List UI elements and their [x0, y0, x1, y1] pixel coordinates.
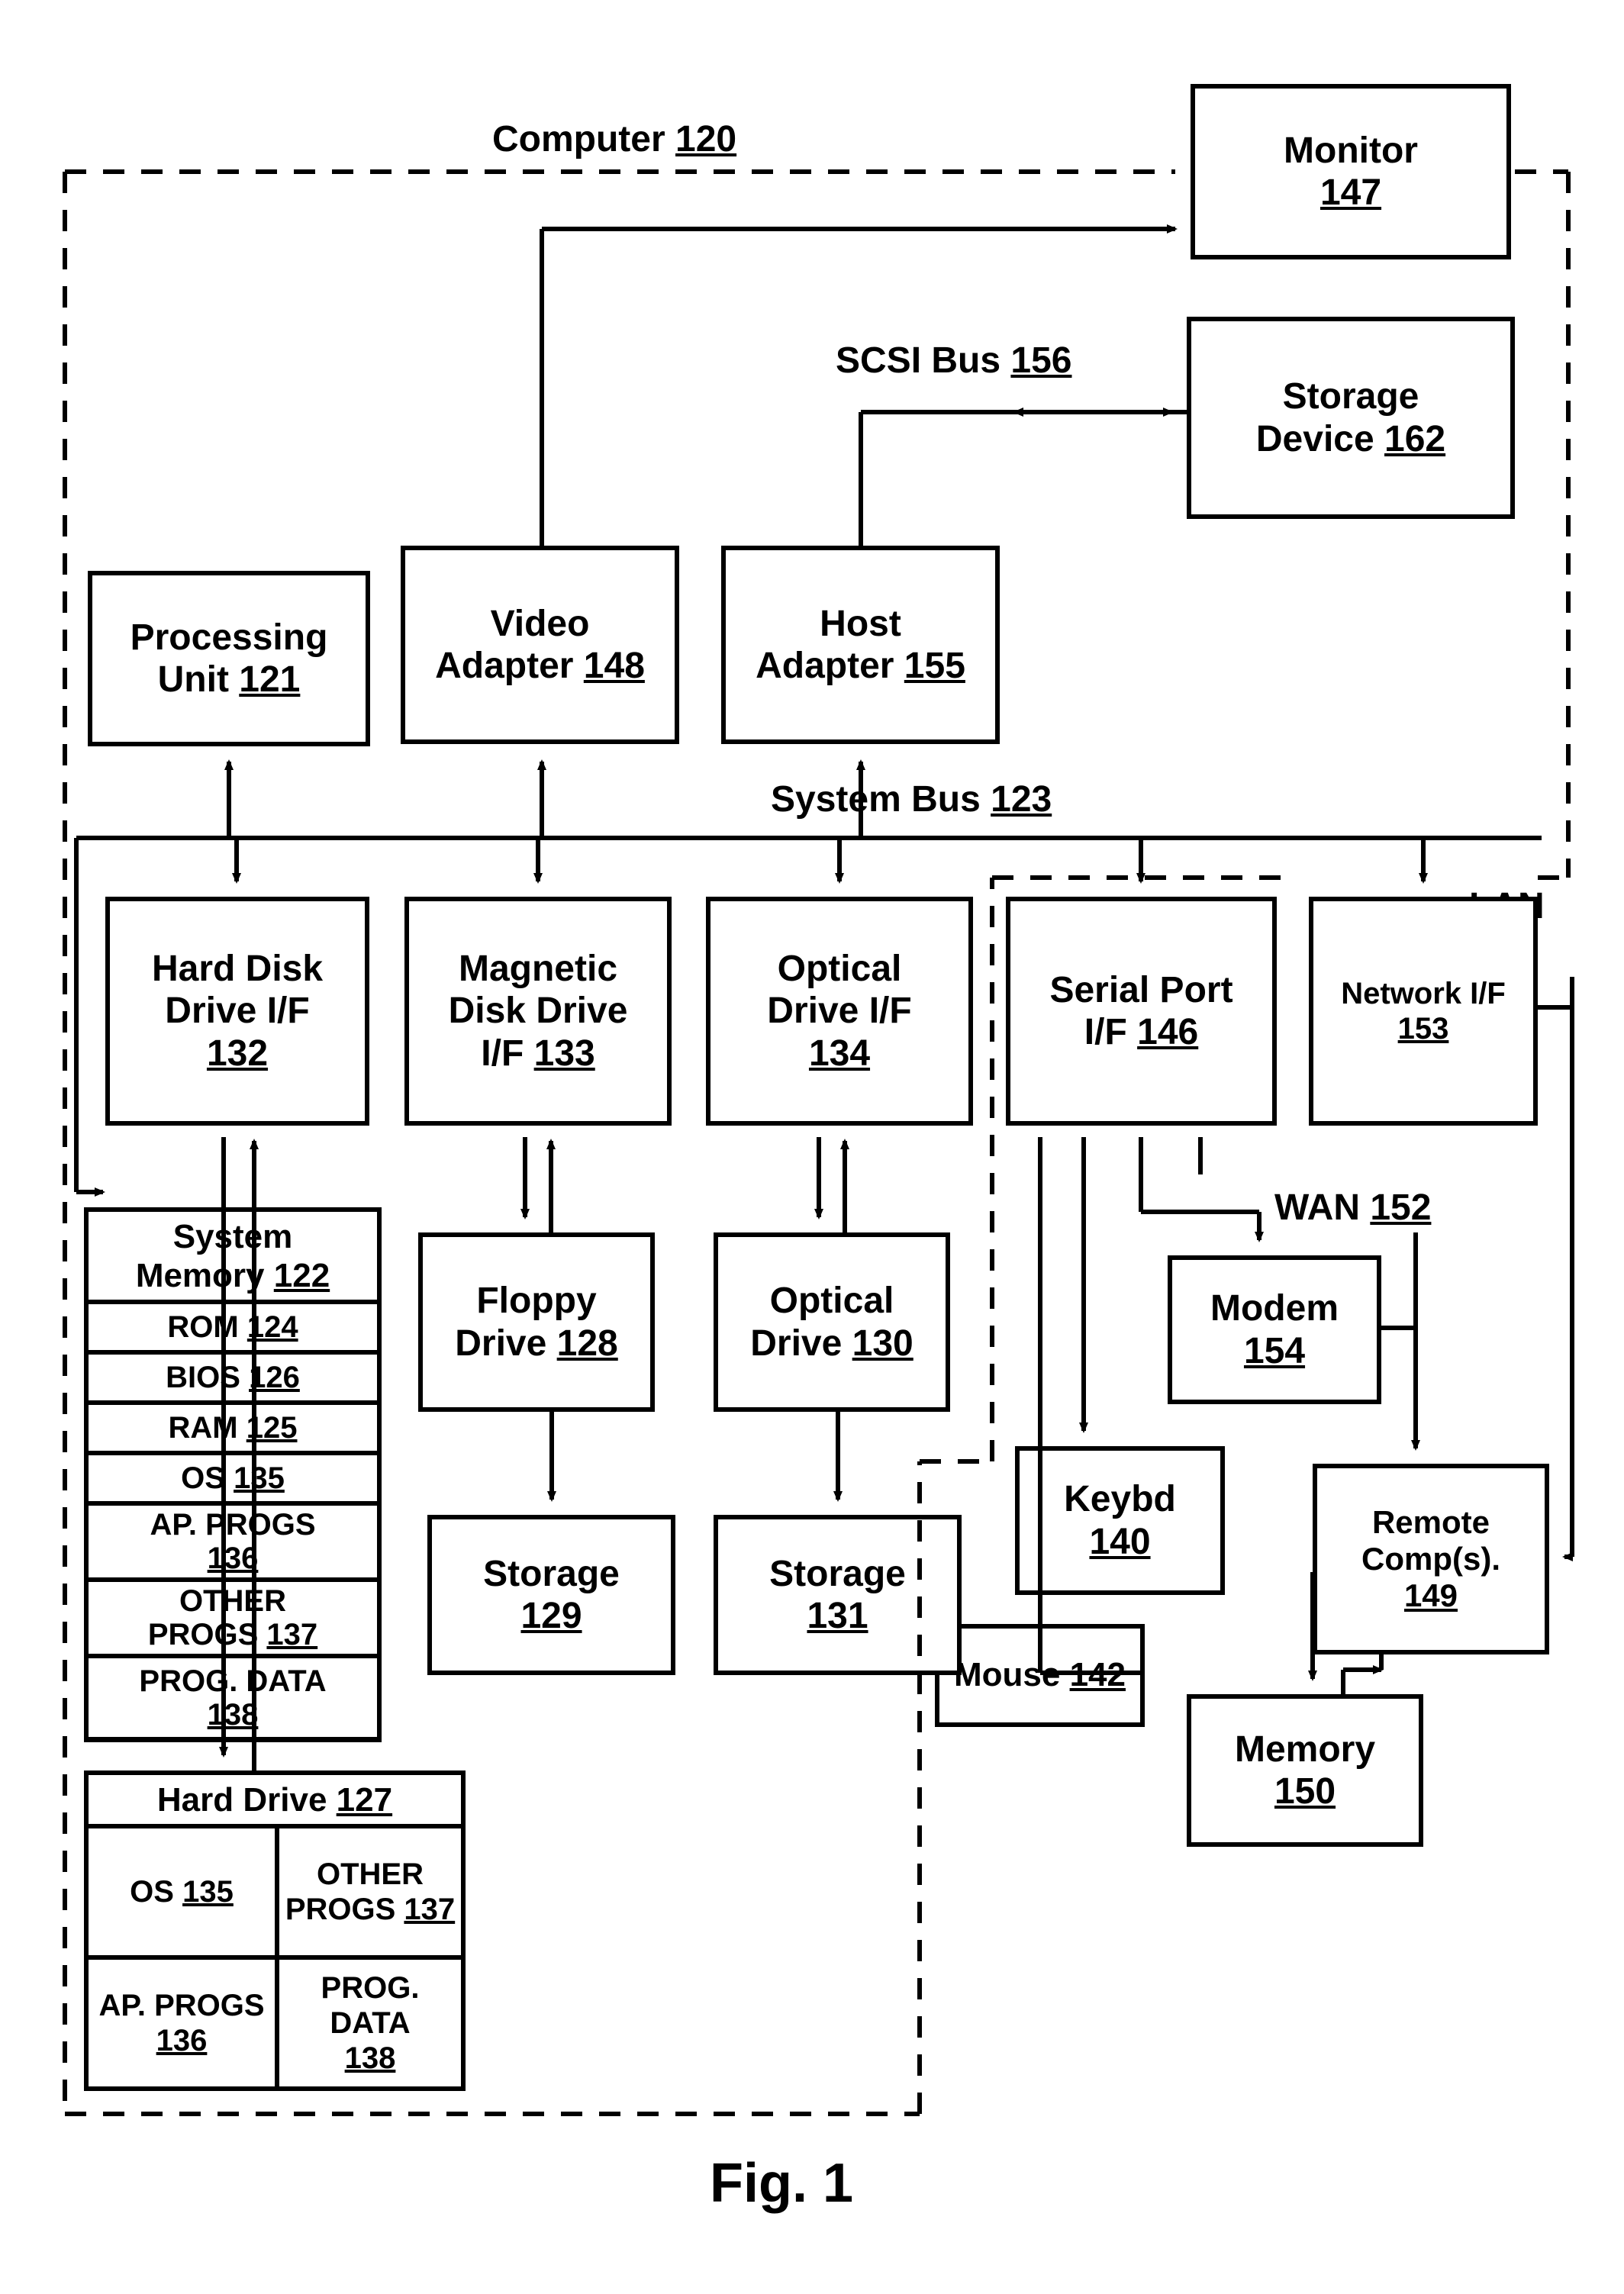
- memory150-block: Memory150: [1187, 1694, 1423, 1847]
- video-adapter-block: Video Adapter 148: [401, 546, 679, 744]
- storage129-block: Storage129: [427, 1515, 675, 1675]
- remote-block: Remote Comp(s). 149: [1313, 1464, 1549, 1654]
- host-adapter-block: Host Adapter 155: [721, 546, 1000, 744]
- keybd-block: Keybd140: [1015, 1446, 1225, 1595]
- optical-if-block: Optical Drive I/F 134: [706, 897, 973, 1126]
- mag-if-block: Magnetic Disk Drive I/F 133: [404, 897, 672, 1126]
- floppy-block: Floppy Drive 128: [418, 1232, 655, 1412]
- hdd-if-block: Hard Disk Drive I/F 132: [105, 897, 369, 1126]
- hard-drive-block: Hard Drive 127 OS 135 OTHER PROGS 137 AP…: [84, 1770, 466, 2091]
- scsi-bus-label: SCSI Bus 156: [836, 340, 1071, 382]
- system-memory-block: System Memory 122 ROM 124 BIOS 126 RAM 1…: [84, 1207, 382, 1741]
- modem-block: Modem154: [1168, 1255, 1381, 1404]
- computer-label: Computer 120: [492, 118, 736, 160]
- optical-drive-block: Optical Drive 130: [714, 1232, 950, 1412]
- mouse-block: Mouse 142: [935, 1624, 1145, 1727]
- serial-if-block: Serial Port I/F 146: [1006, 897, 1277, 1126]
- processing-unit-block: Processing Unit 121: [88, 571, 370, 746]
- wan-label: WAN 152: [1274, 1187, 1431, 1229]
- monitor-block: Monitor147: [1191, 84, 1511, 259]
- storage-device-block: Storage Device 162: [1187, 317, 1515, 519]
- figure-caption: Fig. 1: [710, 2152, 853, 2215]
- net-if-block: Network I/F 153: [1309, 897, 1538, 1126]
- system-bus-label: System Bus 123: [771, 778, 1052, 820]
- storage131-block: Storage131: [714, 1515, 962, 1675]
